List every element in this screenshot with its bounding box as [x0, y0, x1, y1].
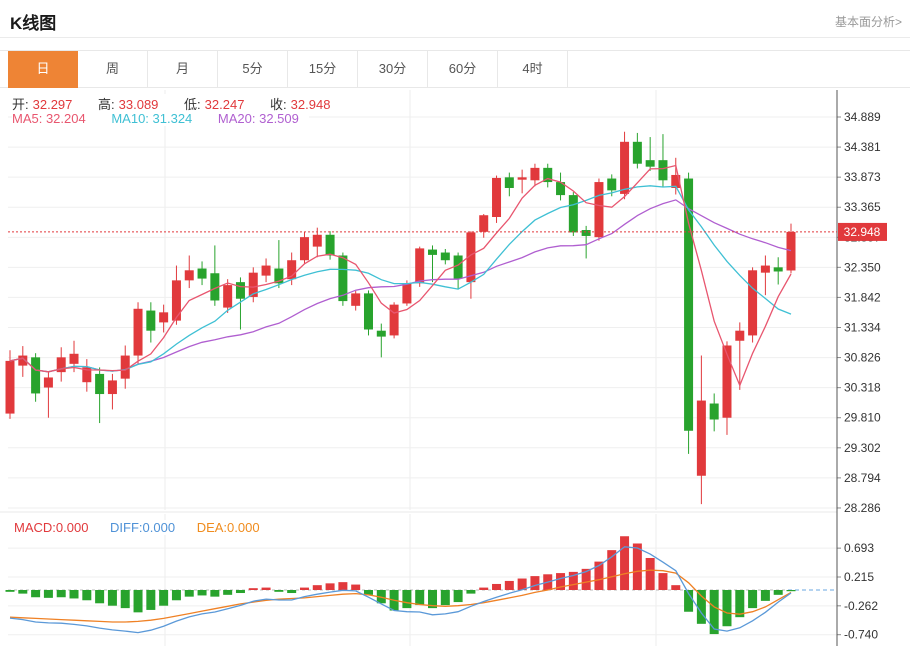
high-value: 33.089 — [119, 97, 159, 112]
low-value: 32.247 — [205, 97, 245, 112]
page-title: K线图 — [10, 9, 56, 34]
chart-area: 34.88934.38133.87333.36532.85732.35031.8… — [0, 90, 910, 646]
svg-text:34.381: 34.381 — [844, 140, 881, 154]
svg-text:34.889: 34.889 — [844, 110, 881, 124]
ma10-legend: MA10: 31.324 — [111, 111, 192, 126]
kline-chart-canvas[interactable]: 34.88934.38133.87333.36532.85732.35031.8… — [0, 90, 910, 646]
svg-text:30.318: 30.318 — [844, 381, 881, 395]
header: K线图 基本面分析> — [0, 0, 910, 38]
svg-text:28.794: 28.794 — [844, 471, 881, 485]
macd-legend: MACD:0.000 DIFF:0.000 DEA:0.000 — [14, 520, 270, 535]
header-divider — [0, 37, 910, 38]
svg-text:30.826: 30.826 — [844, 351, 881, 365]
high-label: 高: — [98, 97, 115, 112]
current-price-badge: 32.948 — [838, 223, 887, 241]
open-value: 32.297 — [33, 97, 73, 112]
low-label: 低: — [184, 97, 201, 112]
tab-60min[interactable]: 60分 — [428, 51, 498, 87]
svg-text:33.873: 33.873 — [844, 170, 881, 184]
dea-value: DEA:0.000 — [197, 520, 260, 535]
macd-axis: 0.693 0.215 -0.262 -0.740 — [837, 541, 878, 642]
ma10-line — [10, 186, 791, 372]
macd-value: MACD:0.000 — [14, 520, 88, 535]
close-value: 32.948 — [291, 97, 331, 112]
svg-text:29.810: 29.810 — [844, 411, 881, 425]
svg-text:0.693: 0.693 — [844, 541, 874, 555]
svg-text:32.948: 32.948 — [844, 225, 881, 239]
svg-text:0.215: 0.215 — [844, 570, 874, 584]
svg-text:-0.262: -0.262 — [844, 599, 878, 613]
svg-text:33.365: 33.365 — [844, 200, 881, 214]
svg-text:29.302: 29.302 — [844, 441, 881, 455]
tab-month[interactable]: 月 — [148, 51, 218, 87]
tab-15min[interactable]: 15分 — [288, 51, 358, 87]
tab-4hour[interactable]: 4时 — [498, 51, 568, 87]
ma20-legend: MA20: 32.509 — [218, 111, 299, 126]
svg-text:31.334: 31.334 — [844, 320, 881, 334]
ma5-legend: MA5: 32.204 — [12, 111, 86, 126]
svg-text:32.350: 32.350 — [844, 260, 881, 274]
ma-legend: MA5: 32.204 MA10: 31.324 MA20: 32.509 — [12, 111, 309, 126]
close-label: 收: — [270, 97, 287, 112]
ma20-line — [10, 200, 791, 372]
tab-day[interactable]: 日 — [8, 51, 78, 88]
svg-text:28.286: 28.286 — [844, 501, 881, 515]
tab-30min[interactable]: 30分 — [358, 51, 428, 87]
macd-histogram — [6, 536, 796, 634]
tab-5min[interactable]: 5分 — [218, 51, 288, 87]
period-tabbar: 日 周 月 5分 15分 30分 60分 4时 — [0, 50, 910, 88]
open-label: 开: — [12, 97, 29, 112]
svg-text:31.842: 31.842 — [844, 290, 881, 304]
svg-text:-0.740: -0.740 — [844, 628, 878, 642]
price-axis: 34.88934.38133.87333.36532.85732.35031.8… — [837, 110, 881, 515]
tab-week[interactable]: 周 — [78, 51, 148, 87]
ma5-line — [10, 166, 791, 386]
diff-value: DIFF:0.000 — [110, 520, 175, 535]
fundamental-analysis-link[interactable]: 基本面分析> — [835, 13, 902, 30]
